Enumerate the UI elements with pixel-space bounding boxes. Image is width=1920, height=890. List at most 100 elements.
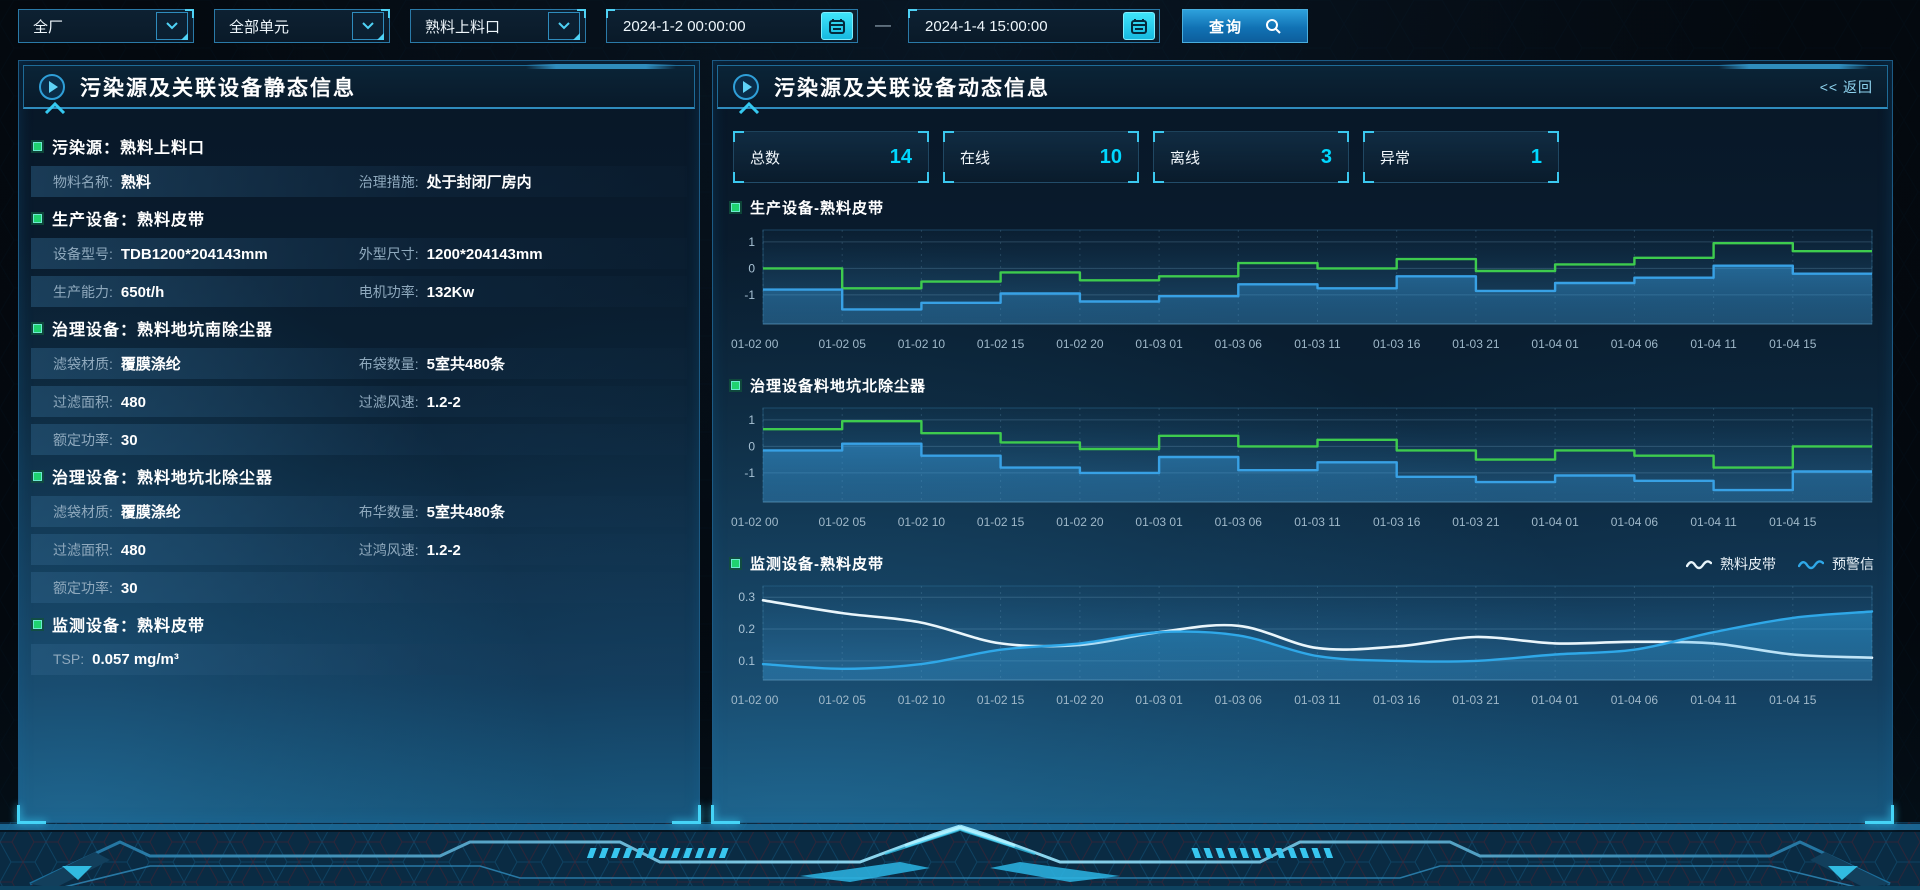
section-title-text: 治理设备：熟料地坑南除尘器 <box>52 316 273 340</box>
plant-select[interactable]: 全厂 <box>18 9 194 43</box>
query-button[interactable]: 查询 <box>1182 9 1308 43</box>
info-cell: 布袋数量: 5室共480条 <box>359 353 677 374</box>
info-cell: 治理措施:处于封闭厂房内 <box>359 171 677 192</box>
svg-text:0.3: 0.3 <box>738 590 755 604</box>
chart-block-2: 监测设备-熟料皮带熟料皮带预警信0.30.20.101-02 0001-02 0… <box>729 553 1876 717</box>
chevron-down-icon[interactable] <box>352 12 384 40</box>
svg-text:01-04 06: 01-04 06 <box>1611 693 1659 707</box>
corner-bracket <box>1338 172 1349 183</box>
svg-text:01-03 16: 01-03 16 <box>1373 515 1421 529</box>
stat-value: 14 <box>890 146 912 169</box>
field-label: 布袋数量: <box>359 354 419 374</box>
corner-bracket <box>1548 131 1559 142</box>
section-title: 污染源：熟料上料口 <box>33 134 685 158</box>
stat-card-异常: 异常1 <box>1363 131 1559 183</box>
chart-title-row: 监测设备-熟料皮带 熟料皮带 预警信 <box>731 553 1874 574</box>
info-row: 额定功率:30 <box>31 424 687 455</box>
page-title-dynamic: 污染源及关联设备动态信息 <box>774 72 1050 102</box>
svg-text:1: 1 <box>748 413 755 427</box>
info-cell: 布华数量:5室共480条 <box>359 501 677 522</box>
svg-text:01-03 16: 01-03 16 <box>1373 693 1421 707</box>
corner-bracket <box>733 172 744 183</box>
green-square-icon <box>731 559 740 568</box>
green-square-icon <box>33 142 42 151</box>
corner-bracket <box>1363 131 1374 142</box>
field-label: 生产能力: <box>53 282 113 302</box>
svg-text:01-04 01: 01-04 01 <box>1531 693 1579 707</box>
chart-title: 监测设备-熟料皮带 <box>750 553 884 574</box>
stat-label: 异常 <box>1380 147 1410 168</box>
start-date-field[interactable]: 2024-1-2 00:00:00 <box>606 9 858 43</box>
legend-wave-icon <box>1686 558 1712 570</box>
field-label: 过滤面积: <box>53 540 113 560</box>
chevron-down-icon[interactable] <box>156 12 188 40</box>
field-value: TDB1200*204143mm <box>121 246 268 263</box>
field-value: 480 <box>121 542 146 559</box>
info-cell: 设备型号:TDB1200*204143mm <box>53 244 359 264</box>
svg-text:01-02 00: 01-02 00 <box>731 337 779 351</box>
end-date-field[interactable]: 2024-1-4 15:00:00 <box>908 9 1160 43</box>
info-row: 过滤面积:480过滤风速:1.2-2 <box>31 386 687 417</box>
field-value: 5室共480条 <box>427 353 505 374</box>
corner-bracket <box>1153 172 1164 183</box>
info-row: 滤袋材质:覆膜涤纶布袋数量:5室共480条 <box>31 348 687 379</box>
corner-bracket <box>918 131 929 142</box>
svg-text:01-02 00: 01-02 00 <box>731 515 779 529</box>
svg-text:-1: -1 <box>744 466 755 480</box>
search-icon <box>1265 18 1281 34</box>
field-label: 滤袋材质: <box>53 502 113 522</box>
info-cell: 滤袋材质:覆膜涤纶 <box>53 501 359 522</box>
back-link[interactable]: << 返回 <box>1820 77 1873 97</box>
calendar-icon[interactable] <box>1123 12 1155 40</box>
end-date-value: 2024-1-4 15:00:00 <box>925 18 1115 35</box>
svg-text:01-03 16: 01-03 16 <box>1373 337 1421 351</box>
stat-label: 在线 <box>960 147 990 168</box>
svg-text:01-03 21: 01-03 21 <box>1452 693 1500 707</box>
info-cell: 过鸿风速:1.2-2 <box>359 540 677 560</box>
info-row: 设备型号:TDB1200*204143mm外型尺寸:1200*204143mm <box>31 238 687 269</box>
field-value: 熟料 <box>121 171 151 192</box>
svg-text:01-02 05: 01-02 05 <box>819 515 867 529</box>
status-summary-row: 总数14在线10离线3异常1 <box>733 131 1892 183</box>
info-row: TSP:0.057 mg/m³ <box>31 644 687 675</box>
svg-text:0: 0 <box>748 439 755 453</box>
svg-text:01-02 20: 01-02 20 <box>1056 515 1104 529</box>
field-value: 0.057 mg/m³ <box>92 651 179 668</box>
legend-label: 熟料皮带 <box>1720 554 1776 574</box>
play-icon <box>38 73 66 101</box>
green-square-icon <box>731 381 740 390</box>
svg-text:01-04 15: 01-04 15 <box>1769 693 1817 707</box>
corner-bracket <box>1363 172 1374 183</box>
section-title-text: 污染源：熟料上料口 <box>52 134 205 158</box>
stat-label: 总数 <box>750 147 780 168</box>
field-label: 额定功率: <box>53 578 113 598</box>
field-label: 滤袋材质: <box>53 354 113 374</box>
stat-label: 离线 <box>1170 147 1200 168</box>
dynamic-panel-header: 污染源及关联设备动态信息 << 返回 <box>717 65 1888 109</box>
info-row: 额定功率: 30 <box>31 572 687 603</box>
legend-item-预警信[interactable]: 预警信 <box>1798 554 1874 574</box>
stat-value: 3 <box>1321 146 1332 169</box>
svg-text:01-02 15: 01-02 15 <box>977 693 1025 707</box>
charts-area: 生产设备-熟料皮带10-101-02 0001-02 0501-02 1001-… <box>729 197 1876 717</box>
unit-select[interactable]: 全部单元 <box>214 9 390 43</box>
field-label: 物料名称: <box>53 172 113 192</box>
svg-text:01-03 01: 01-03 01 <box>1135 693 1183 707</box>
field-label: 电机功率: <box>359 282 419 302</box>
start-date-value: 2024-1-2 00:00:00 <box>623 18 813 35</box>
corner-bracket <box>918 172 929 183</box>
source-select[interactable]: 熟料上料口 <box>410 9 586 43</box>
field-value: 30 <box>121 580 138 597</box>
field-label: 布华数量: <box>359 502 419 522</box>
svg-text:01-02 05: 01-02 05 <box>819 693 867 707</box>
section-title: 监测设备：熟料皮带 <box>33 612 685 636</box>
chevron-down-icon[interactable] <box>548 12 580 40</box>
chart-title-row: 治理设备料地坑北除尘器 <box>731 375 1874 396</box>
info-cell: 电机功率:132Kw <box>359 282 677 302</box>
corner-bracket <box>943 172 954 183</box>
field-label: 过滤风速: <box>359 392 419 412</box>
section-title-text: 生产设备：熟料皮带 <box>52 206 205 230</box>
legend-item-熟料皮带[interactable]: 熟料皮带 <box>1686 554 1776 574</box>
info-row: 物料名称: 熟料 治理措施:处于封闭厂房内 <box>31 166 687 197</box>
calendar-icon[interactable] <box>821 12 853 40</box>
